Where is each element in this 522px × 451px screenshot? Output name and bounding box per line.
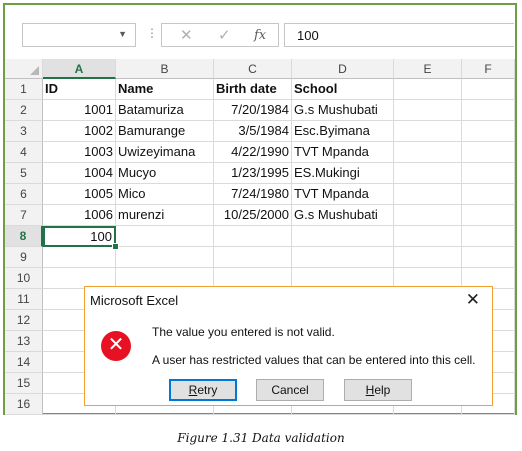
cell-b5[interactable]: Mucyo (116, 163, 214, 184)
drag-handle-icon[interactable]: ⋮ (146, 26, 158, 40)
cell-e1[interactable] (394, 79, 462, 100)
error-icon: ✕ (101, 331, 131, 361)
cell-a4[interactable]: 1003 (43, 142, 116, 163)
cell-e2[interactable] (394, 100, 462, 121)
row-header-7[interactable]: 7 (5, 205, 43, 226)
select-all-corner[interactable] (5, 59, 43, 79)
cell-e5[interactable] (394, 163, 462, 184)
close-icon[interactable]: ✕ (466, 290, 480, 310)
row-header-16[interactable]: 16 (5, 394, 43, 415)
cell-b3[interactable]: Bamurange (116, 121, 214, 142)
cell-e8[interactable] (394, 226, 462, 247)
row-header-8[interactable]: 8 (5, 226, 43, 247)
row-header-1[interactable]: 1 (5, 79, 43, 100)
cell-a9[interactable] (43, 247, 116, 268)
active-cell-a8[interactable]: 100 (43, 226, 116, 247)
cell-d3[interactable]: Esc.Byimana (292, 121, 394, 142)
chevron-down-icon[interactable]: ▼ (118, 29, 127, 39)
cell-e4[interactable] (394, 142, 462, 163)
excel-window: ▼ ⋮ ✕ ✓ fx 100 A B C D E F 1 ID Name Birth date Sc… (3, 3, 517, 415)
cell-c8[interactable] (214, 226, 292, 247)
cell-f9[interactable] (462, 247, 515, 268)
cell-b6[interactable]: Mico (116, 184, 214, 205)
cell-c9[interactable] (214, 247, 292, 268)
cell-a3[interactable]: 1002 (43, 121, 116, 142)
cell-f2[interactable] (462, 100, 515, 121)
column-header-c[interactable]: C (214, 59, 292, 79)
cell-e9[interactable] (394, 247, 462, 268)
cell-f6[interactable] (462, 184, 515, 205)
formula-buttons: ✕ ✓ fx (161, 23, 279, 47)
row-header-12[interactable]: 12 (5, 310, 43, 331)
cell-c7[interactable]: 10/25/2000 (214, 205, 292, 226)
cancel-button[interactable]: Cancel (256, 379, 324, 401)
cell-c4[interactable]: 4/22/1990 (214, 142, 292, 163)
cell-d9[interactable] (292, 247, 394, 268)
cell-b8[interactable] (116, 226, 214, 247)
cell-b1[interactable]: Name (116, 79, 214, 100)
row-header-15[interactable]: 15 (5, 373, 43, 394)
cell-b7[interactable]: murenzi (116, 205, 214, 226)
row-header-3[interactable]: 3 (5, 121, 43, 142)
row-header-13[interactable]: 13 (5, 331, 43, 352)
help-button[interactable]: Help (344, 379, 412, 401)
cell-a5[interactable]: 1004 (43, 163, 116, 184)
column-header-f[interactable]: F (462, 59, 515, 79)
row-header-11[interactable]: 11 (5, 289, 43, 310)
cell-a6[interactable]: 1005 (43, 184, 116, 205)
row-header-9[interactable]: 9 (5, 247, 43, 268)
cell-c2[interactable]: 7/20/1984 (214, 100, 292, 121)
cell-d1[interactable]: School (292, 79, 394, 100)
row-header-10[interactable]: 10 (5, 268, 43, 289)
row-header-2[interactable]: 2 (5, 100, 43, 121)
cell-b2[interactable]: Batamuriza (116, 100, 214, 121)
cell-e6[interactable] (394, 184, 462, 205)
cell-c6[interactable]: 7/24/1980 (214, 184, 292, 205)
cell-f3[interactable] (462, 121, 515, 142)
formula-bar: ▼ ⋮ ✕ ✓ fx 100 (5, 5, 515, 53)
figure-caption: Figure 1.31 Data validation (177, 431, 345, 445)
cell-a2[interactable]: 1001 (43, 100, 116, 121)
confirm-entry-icon[interactable]: ✓ (218, 26, 231, 44)
cell-a1[interactable]: ID (43, 79, 116, 100)
fill-handle[interactable] (112, 243, 119, 250)
cell-a7[interactable]: 1006 (43, 205, 116, 226)
cell-c3[interactable]: 3/5/1984 (214, 121, 292, 142)
cell-b4[interactable]: Uwizeyimana (116, 142, 214, 163)
dialog-message-primary: The value you entered is not valid. (152, 325, 335, 339)
formula-input[interactable]: 100 (284, 23, 514, 47)
column-header-b[interactable]: B (116, 59, 214, 79)
retry-button[interactable]: Retry (169, 379, 237, 401)
cell-d8[interactable] (292, 226, 394, 247)
cell-d7[interactable]: G.s Mushubati (292, 205, 394, 226)
cancel-entry-icon[interactable]: ✕ (180, 26, 193, 44)
cell-f8[interactable] (462, 226, 515, 247)
cell-f7[interactable] (462, 205, 515, 226)
cell-d6[interactable]: TVT Mpanda (292, 184, 394, 205)
error-dialog: Microsoft Excel ✕ ✕ The value you entere… (84, 286, 493, 406)
cell-b9[interactable] (116, 247, 214, 268)
column-header-a[interactable]: A (43, 59, 116, 79)
cell-d5[interactable]: ES.Mukingi (292, 163, 394, 184)
cell-d4[interactable]: TVT Mpanda (292, 142, 394, 163)
cell-f5[interactable] (462, 163, 515, 184)
insert-function-icon[interactable]: fx (254, 28, 266, 43)
column-header-e[interactable]: E (394, 59, 462, 79)
cell-e7[interactable] (394, 205, 462, 226)
row-header-5[interactable]: 5 (5, 163, 43, 184)
column-header-d[interactable]: D (292, 59, 394, 79)
cell-f4[interactable] (462, 142, 515, 163)
cell-c1[interactable]: Birth date (214, 79, 292, 100)
cell-d2[interactable]: G.s Mushubati (292, 100, 394, 121)
dialog-title: Microsoft Excel (90, 293, 179, 308)
row-header-6[interactable]: 6 (5, 184, 43, 205)
name-box[interactable]: ▼ (22, 23, 136, 47)
cell-c5[interactable]: 1/23/1995 (214, 163, 292, 184)
cell-f1[interactable] (462, 79, 515, 100)
row-header-4[interactable]: 4 (5, 142, 43, 163)
row-header-14[interactable]: 14 (5, 352, 43, 373)
dialog-message-secondary: A user has restricted values that can be… (152, 353, 476, 367)
cell-e3[interactable] (394, 121, 462, 142)
